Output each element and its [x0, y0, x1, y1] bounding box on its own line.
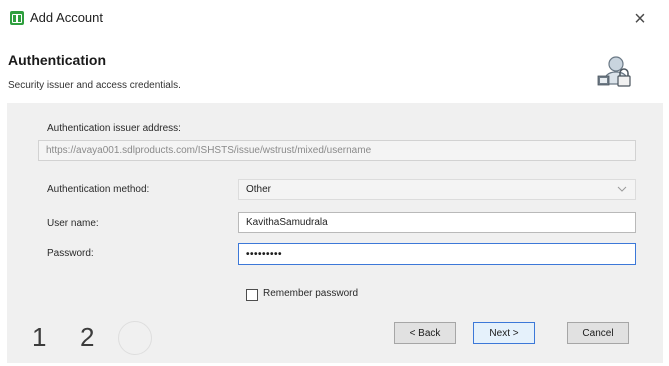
- issuer-address-value: https://avaya001.sdlproducts.com/ISHSTS/…: [46, 145, 372, 156]
- title-bar: Add Account ×: [0, 0, 669, 40]
- close-button[interactable]: ×: [620, 5, 660, 33]
- cancel-button[interactable]: Cancel: [567, 322, 629, 344]
- password-input[interactable]: •••••••••: [238, 243, 636, 265]
- auth-method-label: Authentication method:: [47, 184, 150, 195]
- issuer-address-field: https://avaya001.sdlproducts.com/ISHSTS/…: [38, 140, 636, 161]
- next-button[interactable]: Next >: [473, 322, 535, 344]
- page-title: Authentication: [8, 52, 106, 68]
- password-masked-value: •••••••••: [246, 248, 283, 260]
- username-label: User name:: [47, 218, 99, 229]
- page-subtitle: Security issuer and access credentials.: [8, 80, 181, 91]
- wizard-step-1: 1: [32, 322, 47, 352]
- username-value: KavithaSamudrala: [246, 217, 328, 228]
- user-lock-icon: [597, 56, 631, 87]
- back-button[interactable]: < Back: [394, 322, 456, 344]
- wizard-header: [0, 40, 669, 102]
- auth-method-value: Other: [246, 184, 272, 195]
- username-input[interactable]: KavithaSamudrala: [238, 212, 636, 233]
- close-icon: ×: [634, 7, 646, 30]
- wizard-step-2: 2: [80, 322, 95, 352]
- remember-password-checkbox[interactable]: [246, 289, 258, 301]
- auth-method-select[interactable]: Other: [238, 179, 636, 200]
- wizard-step-indicator: [118, 321, 152, 355]
- chevron-down-icon: [617, 186, 627, 192]
- password-label: Password:: [47, 248, 94, 259]
- issuer-address-label: Authentication issuer address:: [47, 123, 181, 134]
- window-title: Add Account: [30, 10, 103, 25]
- account-book-icon: [10, 11, 24, 25]
- remember-password-label: Remember password: [263, 288, 359, 299]
